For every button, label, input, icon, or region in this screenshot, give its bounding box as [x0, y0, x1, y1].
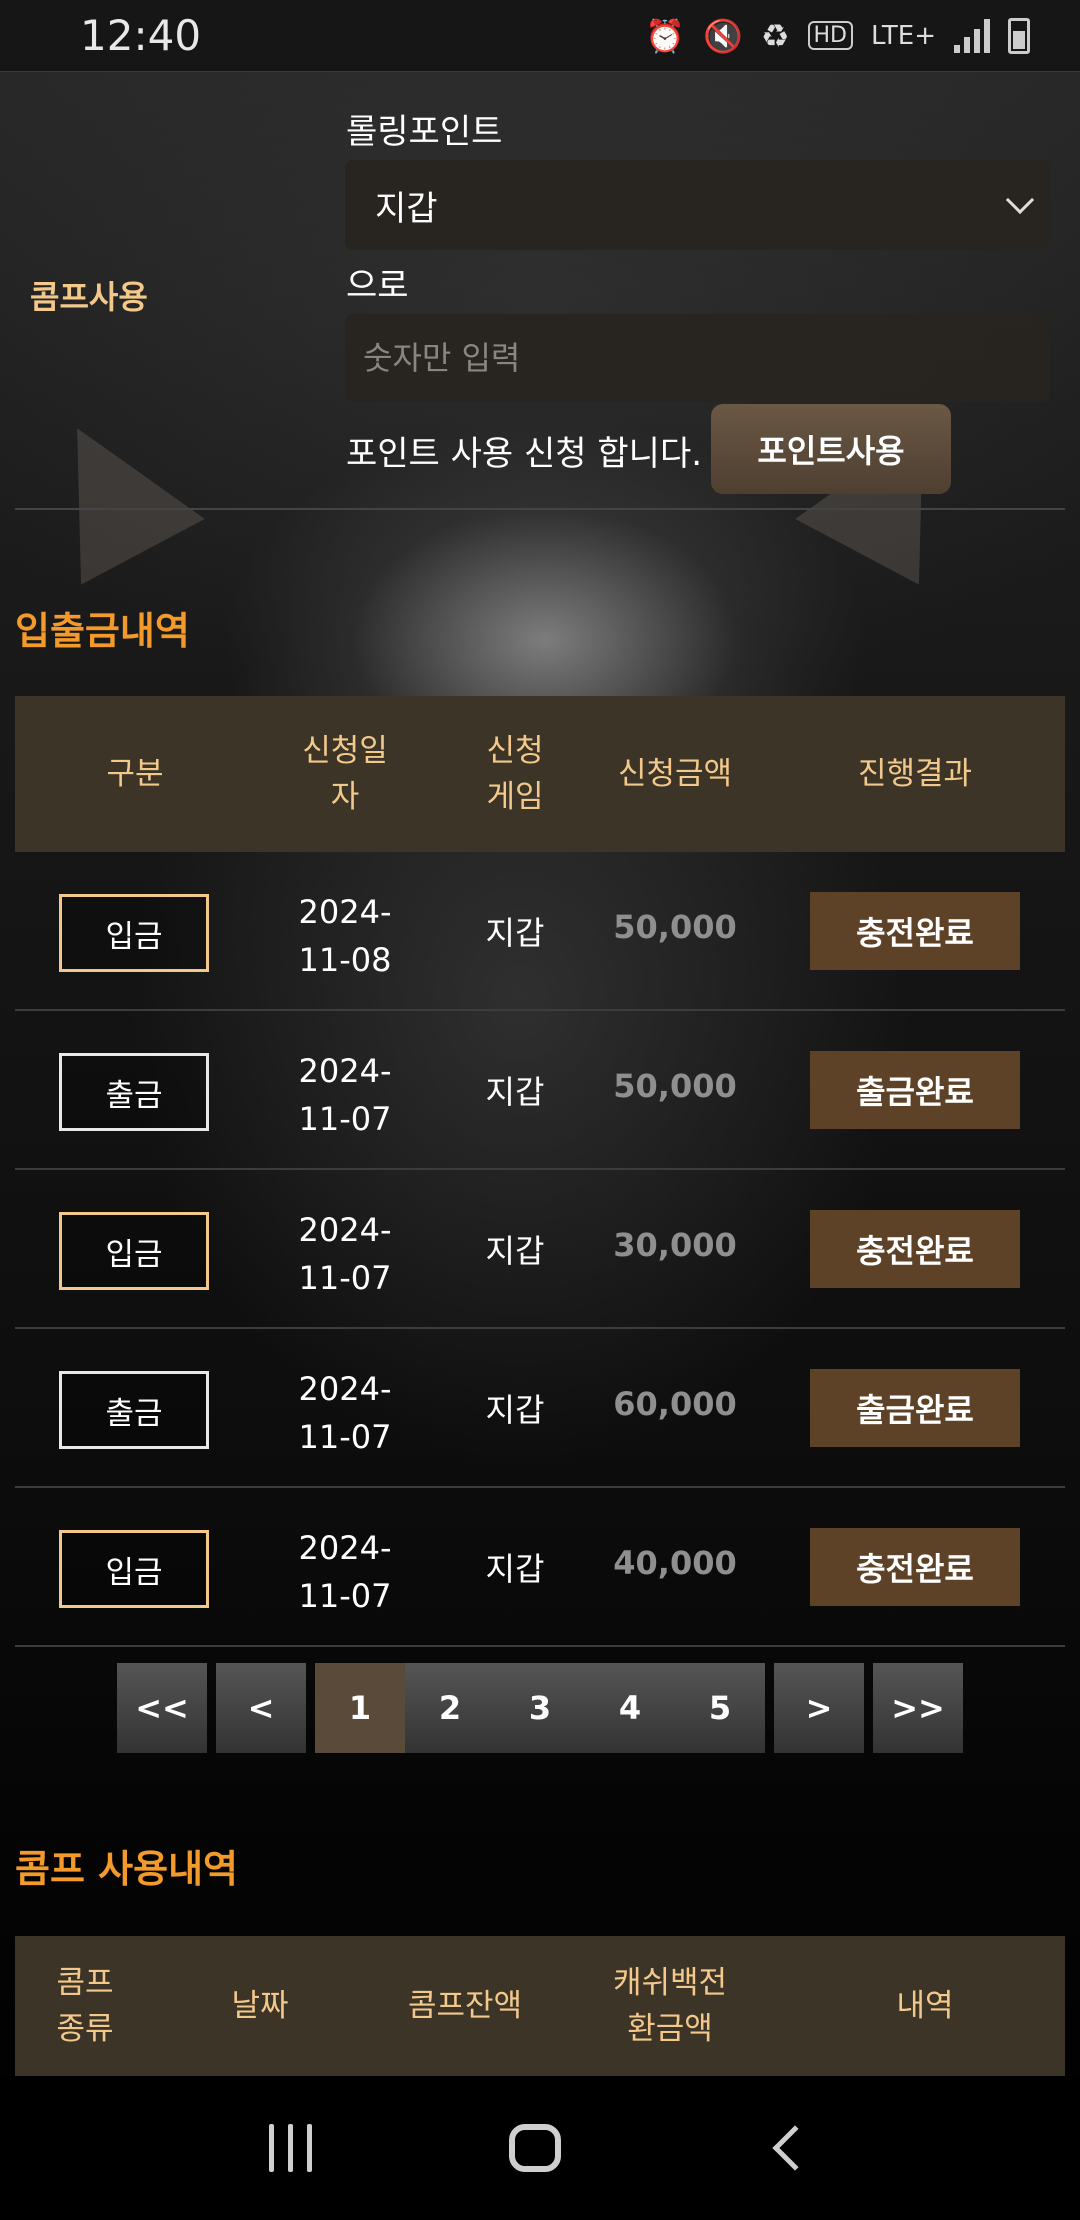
- row-date-line1: 2024-: [298, 1052, 392, 1090]
- row-date-line1: 2024-: [298, 1529, 392, 1567]
- row-date: 2024- 11-07: [275, 1206, 415, 1302]
- pagination-page-2[interactable]: 2: [405, 1663, 495, 1753]
- wallet-select-value: 지갑: [375, 188, 438, 229]
- pagination-page-3[interactable]: 3: [495, 1663, 585, 1753]
- row-date: 2024- 11-07: [275, 1524, 415, 1620]
- table-row: 입금 2024- 11-08 지갑 50,000 충전완료: [15, 852, 1065, 1011]
- pagination-next-button[interactable]: >: [774, 1663, 864, 1753]
- pagination-first-button[interactable]: <<: [117, 1663, 207, 1753]
- row-game: 지갑: [485, 914, 545, 952]
- status-icons: ⏰ 🔇 ♻ HD LTE+: [645, 17, 1030, 55]
- header-date: 신청일자: [275, 696, 415, 852]
- row-date: 2024- 11-07: [275, 1047, 415, 1143]
- wallet-select[interactable]: 지갑: [345, 160, 1050, 250]
- result-badge[interactable]: 충전완료: [810, 892, 1020, 970]
- pagination-page-5[interactable]: 5: [675, 1663, 765, 1753]
- history-table-header: 구분 신청일자 신청게임 신청금액 진행결과: [15, 696, 1065, 852]
- row-amount: 40,000: [613, 1544, 737, 1582]
- row-date-line2: 11-07: [298, 1577, 392, 1615]
- header-game-line1: 신청: [486, 733, 544, 769]
- type-badge[interactable]: 출금: [59, 1053, 209, 1131]
- type-badge[interactable]: 입금: [59, 1530, 209, 1608]
- history-title: 입출금내역: [15, 609, 190, 653]
- result-badge[interactable]: 출금완료: [810, 1369, 1020, 1447]
- header-cashback-line2: 환금액: [627, 2011, 713, 2047]
- row-game: 지갑: [485, 1073, 545, 1111]
- row-amount: 60,000: [613, 1385, 737, 1423]
- row-game: 지갑: [485, 1391, 545, 1429]
- network-label: LTE+: [871, 20, 936, 51]
- row-date-line1: 2024-: [298, 1211, 392, 1249]
- type-badge[interactable]: 입금: [59, 894, 209, 972]
- row-date-line2: 11-07: [298, 1259, 392, 1297]
- pagination-prev-button[interactable]: <: [216, 1663, 306, 1753]
- header-amount: 신청금액: [617, 756, 733, 792]
- row-date-line1: 2024-: [298, 1370, 392, 1408]
- point-amount-input[interactable]: [345, 314, 1050, 402]
- mute-icon: 🔇: [702, 16, 743, 55]
- header-comp-balance: 콤프잔액: [407, 1988, 523, 2024]
- header-game: 신청게임: [455, 696, 575, 852]
- row-game: 지갑: [485, 1232, 545, 1270]
- row-date-line2: 11-08: [298, 941, 392, 979]
- pagination-page-4[interactable]: 4: [585, 1663, 675, 1753]
- type-badge[interactable]: 입금: [59, 1212, 209, 1290]
- table-row: 출금 2024- 11-07 지갑 50,000 출금완료: [15, 1011, 1065, 1170]
- header-cashback-line1: 캐쉬백전: [612, 1965, 728, 2001]
- row-date-line2: 11-07: [298, 1418, 392, 1456]
- signal-icon: [954, 18, 990, 53]
- to-label: 으로: [346, 266, 409, 306]
- row-amount: 50,000: [613, 1067, 737, 1105]
- row-amount: 30,000: [613, 1226, 737, 1264]
- hd-icon: HD: [807, 21, 853, 50]
- apply-text: 포인트 사용 신청 합니다.: [346, 434, 703, 474]
- row-date: 2024- 11-07: [275, 1365, 415, 1461]
- header-type: 구분: [106, 756, 164, 792]
- header-comp-date: 날짜: [231, 1988, 289, 2024]
- navigation-bar: [0, 2076, 1080, 2220]
- type-badge[interactable]: 출금: [59, 1371, 209, 1449]
- header-result: 진행결과: [857, 756, 973, 792]
- row-amount: 50,000: [613, 908, 737, 946]
- header-game-line2: 게임: [486, 779, 544, 815]
- point-use-button[interactable]: 포인트사용: [711, 404, 951, 494]
- row-date: 2024- 11-08: [275, 888, 415, 984]
- recycle-icon: ♻: [760, 16, 790, 55]
- header-comp-detail: 내역: [896, 1988, 954, 2024]
- status-bar: 12:40 ⏰ 🔇 ♻ HD LTE+: [0, 0, 1080, 72]
- alarm-icon: ⏰: [645, 16, 685, 55]
- header-cashback: 캐쉬백전환금액: [575, 1936, 765, 2076]
- header-comp-kind: 콤프종류: [15, 1936, 155, 2076]
- comp-history-table-header: 콤프종류 날짜 콤프잔액 캐쉬백전환금액 내역: [15, 1936, 1065, 2076]
- table-row: 입금 2024- 11-07 지갑 30,000 충전완료: [15, 1170, 1065, 1329]
- section-divider: [15, 508, 1065, 510]
- back-icon[interactable]: [772, 2125, 818, 2171]
- comp-use-label: 콤프사용: [30, 278, 148, 316]
- pagination-page-1[interactable]: 1: [315, 1663, 405, 1753]
- header-date-line1: 신청일: [302, 733, 388, 769]
- row-date-line2: 11-07: [298, 1100, 392, 1138]
- header-date-line2: 자: [330, 779, 360, 815]
- chevron-down-icon: [1005, 185, 1035, 215]
- table-row: 입금 2024- 11-07 지갑 40,000 충전완료: [15, 1488, 1065, 1647]
- row-date-line1: 2024-: [298, 893, 392, 931]
- header-comp-kind-line2: 종류: [56, 2011, 114, 2047]
- result-badge[interactable]: 충전완료: [810, 1210, 1020, 1288]
- comp-history-title: 콤프 사용내역: [15, 1847, 238, 1891]
- rolling-point-label: 롤링포인트: [346, 112, 503, 152]
- row-game: 지갑: [485, 1550, 545, 1588]
- recent-apps-icon[interactable]: [268, 2124, 312, 2172]
- table-row: 출금 2024- 11-07 지갑 60,000 출금완료: [15, 1329, 1065, 1488]
- pagination-last-button[interactable]: >>: [873, 1663, 963, 1753]
- result-badge[interactable]: 충전완료: [810, 1528, 1020, 1606]
- home-icon[interactable]: [509, 2124, 562, 2172]
- battery-icon: [1008, 17, 1030, 54]
- status-time: 12:40: [80, 11, 202, 60]
- result-badge[interactable]: 출금완료: [810, 1051, 1020, 1129]
- header-comp-kind-line1: 콤프: [56, 1965, 114, 2001]
